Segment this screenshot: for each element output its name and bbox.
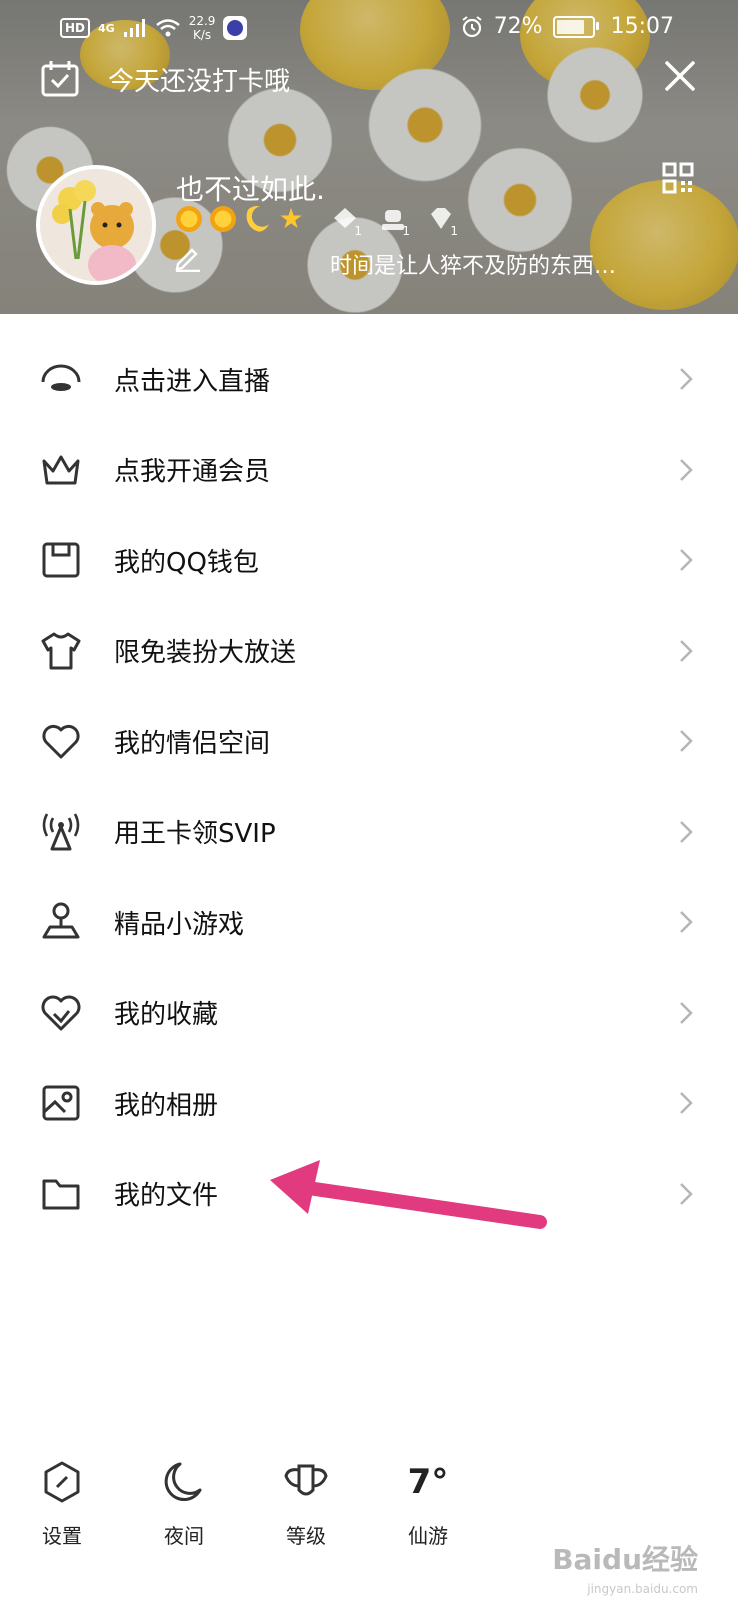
badge-count: 1 bbox=[450, 224, 458, 238]
baidu-watermark: Baidu经验 bbox=[552, 1543, 698, 1576]
battery-percent: 72% bbox=[493, 14, 543, 39]
settings-button[interactable]: 设置 bbox=[22, 1458, 102, 1549]
menu-item-label: 限免装扮大放送 bbox=[114, 638, 297, 669]
chevron-right-icon bbox=[680, 820, 693, 843]
chevron-right-icon bbox=[680, 639, 693, 662]
level-label: 等级 bbox=[286, 1524, 326, 1548]
weather-temperature: 7° bbox=[407, 1462, 449, 1502]
qzone-badges[interactable]: 1 1 1 bbox=[330, 204, 458, 238]
menu-item-label: 点我开通会员 bbox=[114, 457, 271, 488]
battery-icon bbox=[552, 15, 599, 38]
sun-level-icon bbox=[210, 206, 236, 232]
net-speed-unit: K/s bbox=[192, 28, 212, 42]
avatar[interactable] bbox=[36, 165, 156, 285]
menu-item-couple[interactable]: 我的情侣空间 bbox=[0, 696, 738, 787]
photo-album-icon bbox=[42, 1085, 80, 1121]
tshirt-icon bbox=[41, 632, 81, 670]
hd-icon: HD bbox=[60, 18, 91, 38]
menu-item-album[interactable]: 我的相册 bbox=[0, 1058, 738, 1149]
chevron-right-icon bbox=[680, 911, 693, 934]
moon-icon bbox=[164, 1462, 202, 1501]
level-wings-icon bbox=[284, 1464, 328, 1496]
crown-icon bbox=[42, 455, 80, 485]
close-icon[interactable] bbox=[662, 58, 698, 94]
checkin-bar[interactable]: 今天还没打卡哦 bbox=[40, 60, 290, 98]
menu-item-live[interactable]: 点击进入直播 bbox=[0, 334, 738, 425]
chevron-right-icon bbox=[680, 458, 693, 481]
level-badges[interactable]: ★ bbox=[176, 202, 304, 235]
menu-item-kingcard[interactable]: 用王卡领SVIP bbox=[0, 787, 738, 878]
calendar-check-icon bbox=[41, 61, 79, 97]
menu-item-label: 我的相册 bbox=[114, 1090, 219, 1121]
signal-icon bbox=[123, 19, 145, 37]
menu-item-dressup[interactable]: 限免装扮大放送 bbox=[0, 606, 738, 697]
menu-item-games[interactable]: 精品小游戏 bbox=[0, 877, 738, 968]
favorite-icon bbox=[41, 995, 81, 1031]
weather-button[interactable]: 7° 仙游 bbox=[388, 1458, 468, 1549]
chevron-right-icon bbox=[680, 1092, 693, 1115]
boat-badge-icon: 1 bbox=[330, 204, 362, 238]
level-button[interactable]: 等级 bbox=[266, 1458, 346, 1549]
night-label: 夜间 bbox=[164, 1524, 204, 1548]
signature-text[interactable]: 时间是让人猝不及防的东西… bbox=[330, 248, 616, 280]
chevron-right-icon bbox=[680, 368, 693, 391]
checkin-text: 今天还没打卡哦 bbox=[108, 66, 291, 97]
edit-icon[interactable] bbox=[174, 246, 202, 272]
app-notification-icon bbox=[223, 16, 248, 40]
badge-count: 1 bbox=[354, 224, 362, 238]
chevron-right-icon bbox=[680, 1001, 693, 1024]
menu-item-label: 我的情侣空间 bbox=[114, 728, 271, 759]
menu-item-label: 我的QQ钱包 bbox=[114, 547, 259, 578]
menu-item-wallet[interactable]: 我的QQ钱包 bbox=[0, 515, 738, 606]
menu-item-vip[interactable]: 点我开通会员 bbox=[0, 425, 738, 516]
night-mode-button[interactable]: 夜间 bbox=[144, 1458, 224, 1549]
chevron-right-icon bbox=[680, 549, 693, 572]
robot-badge-icon: 1 bbox=[378, 204, 410, 238]
menu-item-favorites[interactable]: 我的收藏 bbox=[0, 968, 738, 1059]
alarm-icon bbox=[462, 15, 482, 37]
joystick-icon bbox=[42, 902, 80, 939]
menu-item-label: 用王卡领SVIP bbox=[114, 819, 276, 850]
heart-icon bbox=[42, 725, 80, 759]
annotation-arrow bbox=[270, 1160, 547, 1229]
qr-code-icon[interactable] bbox=[662, 162, 694, 194]
live-icon bbox=[41, 364, 81, 392]
signal-tower-icon bbox=[42, 813, 80, 851]
baidu-watermark-url: jingyan.baidu.com bbox=[587, 1582, 698, 1596]
wallet-icon bbox=[42, 542, 80, 578]
network-type: 4G bbox=[98, 21, 115, 35]
sun-level-icon bbox=[176, 206, 202, 232]
moon-level-icon bbox=[244, 206, 270, 232]
chevron-right-icon bbox=[680, 1182, 693, 1205]
settings-label: 设置 bbox=[42, 1524, 82, 1548]
weather-city: 仙游 bbox=[408, 1524, 448, 1548]
clock: 15:07 bbox=[610, 14, 674, 39]
net-speed-value: 22.9 bbox=[188, 14, 216, 28]
net-speed: 22.9 K/s bbox=[189, 14, 216, 42]
profile-banner: HD 4G 22.9 K/s 72% 15:07 今天还没打卡哦 也不过如此. … bbox=[0, 0, 738, 314]
settings-icon bbox=[44, 1461, 80, 1503]
drawer-menu: 点击进入直播 点我开通会员 我的QQ钱包 限免装扮大放送 我的情侣空间 用王卡领… bbox=[0, 334, 738, 1239]
diamond-badge-icon: 1 bbox=[426, 204, 458, 238]
menu-item-label: 点击进入直播 bbox=[114, 366, 271, 397]
star-level-icon: ★ bbox=[278, 202, 304, 235]
badge-count: 1 bbox=[402, 224, 410, 238]
status-bar: HD 4G 22.9 K/s 72% 15:07 bbox=[0, 0, 738, 58]
folder-icon bbox=[42, 1179, 80, 1210]
wifi-icon bbox=[155, 19, 180, 37]
menu-item-label: 精品小游戏 bbox=[114, 909, 245, 940]
menu-item-label: 我的收藏 bbox=[114, 1000, 219, 1031]
chevron-right-icon bbox=[680, 730, 693, 753]
avatar-image bbox=[40, 169, 152, 281]
menu-item-label: 我的文件 bbox=[114, 1181, 219, 1212]
